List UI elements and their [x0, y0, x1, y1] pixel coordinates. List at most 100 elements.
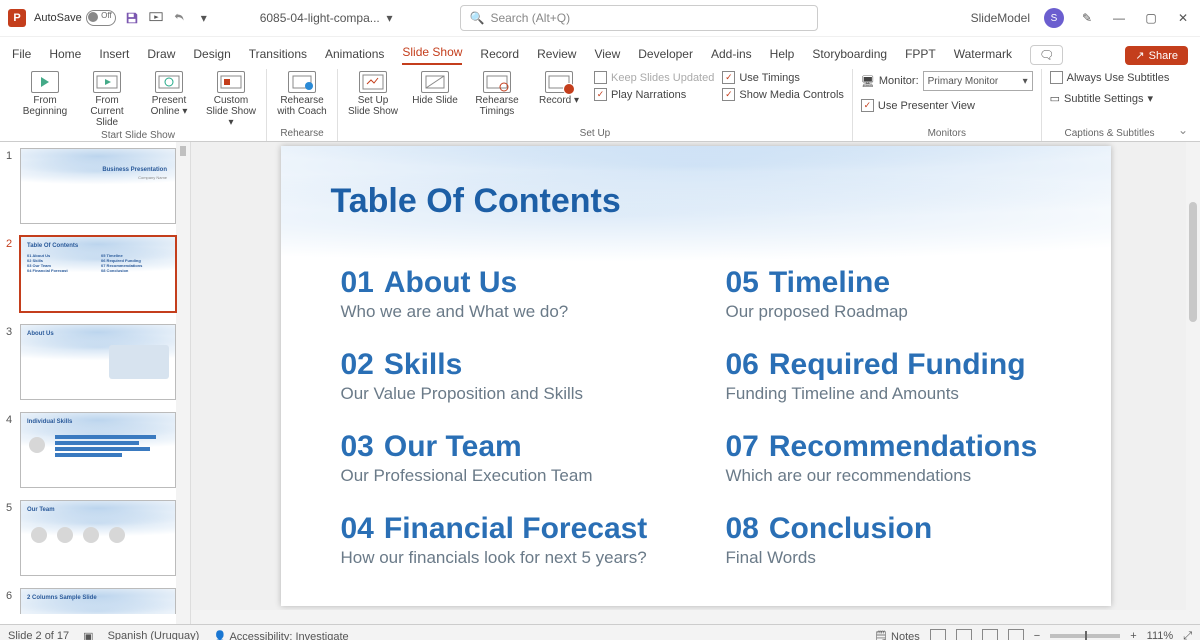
present-online-button[interactable]: Present Online ▾ [142, 69, 196, 117]
toc-item[interactable]: 08ConclusionFinal Words [726, 512, 1071, 568]
group-captions: Always Use Subtitles ▭Subtitle Settings … [1042, 69, 1178, 141]
set-up-slide-show-button[interactable]: Set Up Slide Show [346, 69, 400, 117]
tab-draw[interactable]: Draw [147, 43, 175, 65]
tab-animations[interactable]: Animations [325, 43, 384, 65]
thumb-number: 2 [6, 236, 16, 250]
show-media-controls-checkbox[interactable]: ✓Show Media Controls [722, 88, 844, 101]
group-label: Start Slide Show [101, 128, 175, 143]
toc-item[interactable]: 06Required FundingFunding Timeline and A… [726, 348, 1071, 404]
editor-horizontal-scrollbar[interactable] [191, 610, 1186, 624]
save-icon[interactable] [124, 10, 140, 26]
maximize-icon[interactable]: ▢ [1142, 9, 1160, 27]
notes-button[interactable]: 🗒 Notes [874, 630, 920, 640]
slide-thumbnail[interactable]: Our Team [20, 500, 176, 576]
toc-item[interactable]: 02SkillsOur Value Proposition and Skills [341, 348, 686, 404]
language-status[interactable]: Spanish (Uruguay) [108, 630, 200, 640]
tab-transitions[interactable]: Transitions [249, 43, 307, 65]
use-timings-checkbox[interactable]: ✓Use Timings [722, 71, 844, 84]
comments-button[interactable]: 🗨 [1030, 45, 1063, 65]
slide-sorter-view-icon[interactable] [956, 629, 972, 640]
qat-more-icon[interactable]: ▾ [196, 10, 212, 26]
rehearse-with-coach-button[interactable]: Rehearse with Coach [275, 69, 329, 117]
toggle-icon[interactable]: Off [86, 10, 116, 26]
slide-thumbnail[interactable]: Business Presentation Company Name [20, 148, 176, 224]
collapse-ribbon-icon[interactable]: ⌄ [1178, 123, 1188, 137]
tab-storyboarding[interactable]: Storyboarding [812, 43, 887, 65]
share-button[interactable]: ↗ Share [1125, 46, 1188, 65]
thumbnails-scrollbar[interactable] [176, 142, 190, 624]
map-icon [109, 345, 169, 379]
ink-icon[interactable]: ✎ [1078, 9, 1096, 27]
tab-design[interactable]: Design [193, 43, 230, 65]
normal-view-icon[interactable] [930, 629, 946, 640]
monitor-label: Monitor: [879, 75, 919, 87]
keep-slides-updated-checkbox[interactable]: Keep Slides Updated [594, 71, 714, 84]
toc-item[interactable]: 03Our TeamOur Professional Execution Tea… [341, 430, 686, 486]
always-use-subtitles-checkbox[interactable]: Always Use Subtitles [1050, 71, 1170, 84]
rehearse-timings-button[interactable]: Rehearse Timings [470, 69, 524, 117]
tab-view[interactable]: View [594, 43, 620, 65]
monitor-select[interactable]: Primary Monitor▾ [923, 71, 1033, 91]
close-icon[interactable]: ✕ [1174, 9, 1192, 27]
tab-insert[interactable]: Insert [99, 43, 129, 65]
tab-file[interactable]: File [12, 43, 31, 65]
slideshow-view-icon[interactable] [1008, 629, 1024, 640]
thumbnail-row[interactable]: 3 About Us [0, 318, 190, 406]
undo-icon[interactable] [172, 10, 188, 26]
slide-thumbnail[interactable]: 2 Columns Sample Slide [20, 588, 176, 614]
thumbnail-row[interactable]: 2 Table Of Contents 01 About Us02 Skills… [0, 230, 190, 318]
thumbnail-row[interactable]: 4 Individual Skills [0, 406, 190, 494]
toc-item[interactable]: 07RecommendationsWhich are our recommend… [726, 430, 1071, 486]
slide-thumbnail[interactable]: Table Of Contents 01 About Us02 Skills03… [20, 236, 176, 312]
workspace: 1 Business Presentation Company Name 2 T… [0, 142, 1200, 624]
hide-slide-button[interactable]: Hide Slide [408, 69, 462, 106]
slide-thumbnail[interactable]: Individual Skills [20, 412, 176, 488]
tab-addins[interactable]: Add-ins [711, 43, 752, 65]
from-beginning-button[interactable]: From Beginning [18, 69, 72, 117]
account-name[interactable]: SlideModel [971, 11, 1030, 25]
custom-slide-show-button[interactable]: Custom Slide Show ▾ [204, 69, 258, 128]
record-button[interactable]: Record ▾ [532, 69, 586, 106]
tab-developer[interactable]: Developer [638, 43, 693, 65]
zoom-slider[interactable] [1050, 634, 1120, 638]
monitor-icon: 🖥 [861, 75, 875, 88]
zoom-level[interactable]: 111% [1147, 630, 1174, 640]
play-narrations-checkbox[interactable]: ✓Play Narrations [594, 88, 714, 101]
document-title[interactable]: 6085-04-light-compa... ▾ [260, 11, 393, 25]
toc-item[interactable]: 05TimelineOur proposed Roadmap [726, 266, 1071, 322]
slide-position[interactable]: Slide 2 of 17 [8, 630, 69, 640]
minimize-icon[interactable]: — [1110, 9, 1128, 27]
group-rehearse: Rehearse with Coach Rehearse [267, 69, 338, 141]
toc-item[interactable]: 01About UsWho we are and What we do? [341, 266, 686, 322]
tab-help[interactable]: Help [770, 43, 795, 65]
thumbnail-row[interactable]: 6 2 Columns Sample Slide [0, 582, 190, 614]
thumbnail-row[interactable]: 5 Our Team [0, 494, 190, 582]
tab-slide-show[interactable]: Slide Show [402, 41, 462, 65]
accessibility-status[interactable]: 👤 Accessibility: Investigate [213, 630, 348, 640]
present-icon[interactable] [148, 10, 164, 26]
slide-canvas[interactable]: Table Of Contents 01About UsWho we are a… [281, 146, 1111, 606]
title-bar: P AutoSave Off ▾ 6085-04-light-compa... … [0, 0, 1200, 37]
subtitle-settings-button[interactable]: ▭Subtitle Settings ▾ [1050, 92, 1170, 105]
fit-to-window-icon[interactable]: ⤢ [1183, 630, 1192, 640]
editor-vertical-scrollbar[interactable] [1186, 142, 1200, 624]
toc-item[interactable]: 04Financial ForecastHow our financials l… [341, 512, 686, 568]
zoom-in-button[interactable]: + [1130, 630, 1136, 640]
slide-editor[interactable]: Table Of Contents 01About UsWho we are a… [191, 142, 1200, 624]
tab-fppt[interactable]: FPPT [905, 43, 936, 65]
tab-review[interactable]: Review [537, 43, 576, 65]
slide-title[interactable]: Table Of Contents [331, 182, 621, 221]
tab-watermark[interactable]: Watermark [954, 43, 1012, 65]
use-presenter-view-checkbox[interactable]: ✓Use Presenter View [861, 99, 1033, 112]
slide-thumbnail[interactable]: About Us [20, 324, 176, 400]
account-avatar[interactable]: S [1044, 8, 1064, 28]
zoom-out-button[interactable]: − [1034, 630, 1040, 640]
reading-view-icon[interactable] [982, 629, 998, 640]
thumbnail-row[interactable]: 1 Business Presentation Company Name [0, 142, 190, 230]
table-of-contents[interactable]: 01About UsWho we are and What we do? 05T… [341, 266, 1071, 586]
autosave-toggle[interactable]: AutoSave Off [34, 10, 116, 26]
from-current-slide-button[interactable]: From Current Slide [80, 69, 134, 128]
tab-home[interactable]: Home [49, 43, 81, 65]
search-input[interactable]: 🔍 Search (Alt+Q) [460, 5, 818, 31]
tab-record[interactable]: Record [480, 43, 519, 65]
